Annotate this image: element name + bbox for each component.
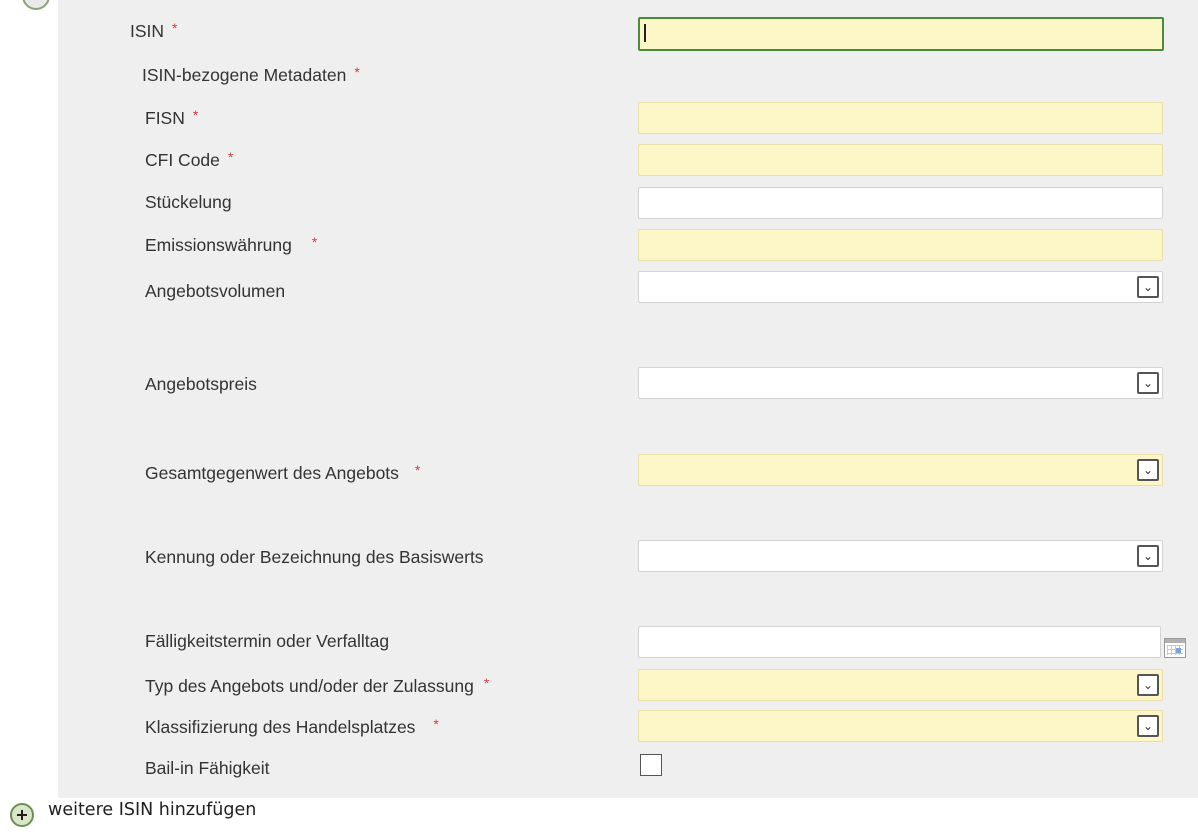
angebotsvolumen-select[interactable]: ⌄ (638, 271, 1163, 303)
add-circle-icon[interactable] (10, 803, 34, 827)
gesamtgegenwert-select[interactable]: ⌄ (638, 454, 1163, 486)
chevron-down-icon[interactable]: ⌄ (1137, 276, 1159, 298)
left-gutter (0, 0, 58, 838)
required-marker: * (192, 107, 199, 123)
fisn-label-text: FISN (145, 108, 185, 128)
isin-label: ISIN * (130, 20, 178, 43)
angebotspreis-label-text: Angebotspreis (145, 374, 257, 394)
angebotsvolumen-label-text: Angebotsvolumen (145, 281, 286, 301)
chevron-down-icon[interactable]: ⌄ (1137, 545, 1159, 567)
required-marker: * (354, 64, 360, 80)
stueckelung-input[interactable] (638, 187, 1163, 219)
faelligkeit-label-text: Fälligkeitstermin oder Verfalltag (145, 631, 390, 651)
stueckelung-label-text: Stückelung (145, 192, 232, 212)
calendar-selected-day (1176, 648, 1181, 653)
collapse-circle-icon[interactable] (22, 0, 50, 10)
basiswert-label: Kennung oder Bezeichnung des Basiswerts (145, 546, 484, 568)
faelligkeit-date-input[interactable] (638, 626, 1161, 658)
cfi-code-input[interactable] (638, 144, 1163, 176)
faelligkeit-label: Fälligkeitstermin oder Verfalltag (145, 630, 389, 652)
klassifizierung-select[interactable]: ⌄ (638, 710, 1163, 742)
bail-in-checkbox[interactable] (640, 754, 662, 776)
required-marker: * (311, 234, 318, 250)
chevron-down-icon[interactable]: ⌄ (1137, 674, 1159, 696)
calendar-header (1165, 639, 1185, 643)
calendar-icon[interactable] (1164, 638, 1186, 658)
klassifizierung-label: Klassifizierung des Handelsplatzes * (145, 716, 439, 739)
fisn-label: FISN * (145, 107, 198, 130)
metadata-heading: ISIN-bezogene Metadaten * (142, 64, 360, 87)
text-caret (644, 24, 646, 42)
bail-in-label-text: Bail-in Fähigkeit (145, 758, 270, 778)
typ-angebot-label-text: Typ des Angebots und/oder der Zulassung (145, 676, 474, 696)
typ-angebot-label: Typ des Angebots und/oder der Zulassung * (145, 675, 489, 698)
add-isin-link[interactable]: weitere ISIN hinzufügen (48, 798, 256, 822)
emissionswaehrung-input[interactable] (638, 229, 1163, 261)
stueckelung-label: Stückelung (145, 191, 232, 213)
required-marker: * (433, 716, 439, 732)
fisn-input[interactable] (638, 102, 1163, 134)
klassifizierung-label-text: Klassifizierung des Handelsplatzes (145, 717, 416, 737)
emissionswaehrung-label-text: Emissionswährung (145, 235, 292, 255)
basiswert-select[interactable]: ⌄ (638, 540, 1163, 572)
gesamtgegenwert-label-text: Gesamtgegenwert des Angebots (145, 463, 399, 483)
chevron-down-icon[interactable]: ⌄ (1137, 459, 1159, 481)
metadata-heading-text: ISIN-bezogene Metadaten (142, 65, 347, 85)
chevron-down-icon[interactable]: ⌄ (1137, 715, 1159, 737)
required-marker: * (414, 462, 421, 478)
typ-angebot-select[interactable]: ⌄ (638, 669, 1163, 701)
emissionswaehrung-label: Emissionswährung * (145, 234, 317, 257)
cfi-code-label: CFI Code * (145, 149, 233, 172)
bail-in-label: Bail-in Fähigkeit (145, 757, 270, 779)
required-marker: * (483, 675, 490, 691)
angebotspreis-label: Angebotspreis (145, 373, 257, 395)
isin-label-text: ISIN (130, 21, 165, 41)
required-marker: * (172, 20, 178, 36)
isin-input[interactable] (638, 17, 1164, 51)
basiswert-label-text: Kennung oder Bezeichnung des Basiswerts (145, 547, 484, 567)
cfi-code-label-text: CFI Code (145, 150, 220, 170)
angebotspreis-select[interactable]: ⌄ (638, 367, 1163, 399)
required-marker: * (227, 149, 234, 165)
chevron-down-icon[interactable]: ⌄ (1137, 372, 1159, 394)
gesamtgegenwert-label: Gesamtgegenwert des Angebots * (145, 462, 420, 485)
angebotsvolumen-label: Angebotsvolumen (145, 280, 285, 302)
